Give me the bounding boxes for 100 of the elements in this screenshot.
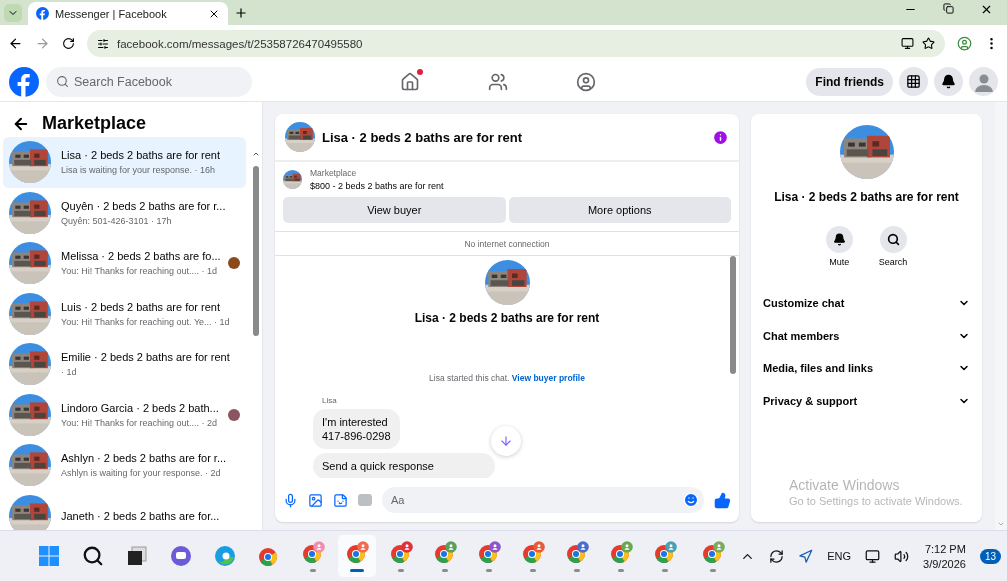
windows-icon[interactable] — [38, 545, 60, 567]
conversation-item[interactable]: Lisa · 2 beds 2 baths are for rent Lisa is waiting for your response. · 16h — [3, 137, 246, 188]
view-buyer-profile-link[interactable]: View buyer profile — [511, 373, 585, 383]
conversation-title: Melissa · 2 beds 2 baths are fo... — [61, 250, 221, 263]
clock-date[interactable]: 3/9/2026 — [923, 557, 966, 570]
details-section[interactable]: Media, files and links — [751, 352, 982, 385]
action-label: Search — [878, 257, 908, 267]
conversation-preview: Quyên: 501-426-3101 · 17h — [61, 215, 172, 226]
groups-icon[interactable] — [576, 71, 596, 92]
reload-icon[interactable] — [62, 37, 75, 50]
chrome-icon[interactable] — [389, 540, 413, 565]
location-icon[interactable] — [798, 548, 814, 564]
conversation-preview: You: Hi! Thanks for reaching out. Ye... · 1d — [61, 316, 230, 327]
conversation-item[interactable]: Quyên · 2 beds 2 baths are for r... Quyên: 501-426-3101 · 17h — [3, 187, 246, 238]
restore-icon[interactable] — [943, 3, 954, 14]
find-friends-button[interactable]: Find friends — [806, 67, 893, 96]
grid-icon[interactable] — [906, 74, 921, 89]
conversation-preview: You: Hi! Thanks for reaching out.... · 1d — [61, 266, 218, 277]
microphone-icon[interactable] — [283, 492, 298, 508]
new-tab-icon[interactable] — [234, 6, 248, 20]
conversation-item[interactable]: Emilie · 2 beds 2 baths are for rent · 1d — [3, 339, 246, 390]
chrome-icon[interactable] — [301, 540, 325, 565]
search-icon[interactable] — [82, 545, 104, 567]
browser-tab[interactable]: Messenger | Facebook — [28, 2, 228, 25]
chrome-icon[interactable] — [521, 540, 545, 565]
notification-count[interactable]: 13 — [979, 548, 1001, 564]
message-field[interactable]: Aa — [382, 487, 704, 513]
details-section[interactable]: Chat members — [751, 319, 982, 352]
install-app-icon[interactable] — [901, 37, 914, 50]
mute-button[interactable] — [825, 226, 853, 253]
arrow-down-icon[interactable] — [499, 434, 513, 448]
action-button[interactable]: More options — [508, 197, 731, 223]
image-icon[interactable] — [308, 492, 323, 508]
sync-icon[interactable] — [769, 548, 785, 564]
conversation-title: Ashlyn · 2 beds 2 baths are for r... — [61, 452, 227, 465]
scroll-up-icon[interactable] — [252, 150, 260, 158]
scrollbar-thumb[interactable] — [253, 166, 259, 336]
chat-started-text: Lisa started this chat. View buyer profile — [429, 373, 585, 383]
sender-name: Lisa — [322, 396, 338, 405]
chrome-icon[interactable] — [477, 540, 501, 565]
listing-label: Marketplace — [310, 168, 358, 178]
conversation-item[interactable]: Melissa · 2 beds 2 baths are fo... You: Hi! Thanks for reaching out.... · 1d — [3, 238, 246, 289]
volume-icon[interactable] — [894, 548, 910, 564]
address-bar[interactable]: facebook.com/messages/t/25358726470495580 — [87, 30, 945, 57]
message-bubble: Send a quick response — [313, 453, 495, 478]
conversation-title: Lindoro Garcia · 2 beds 2 bath... — [61, 401, 219, 414]
chrome-icon[interactable] — [565, 540, 589, 565]
close-icon[interactable] — [980, 3, 993, 16]
menu-button[interactable] — [899, 67, 928, 96]
bell-icon[interactable] — [941, 74, 956, 89]
page-scrollbar[interactable] — [995, 102, 1007, 530]
like-icon[interactable] — [714, 491, 731, 509]
chat-app-icon[interactable] — [170, 545, 192, 567]
listing-title: $800 - 2 beds 2 baths are for rent — [310, 181, 444, 191]
back-icon[interactable] — [8, 36, 23, 51]
details-section[interactable]: Privacy & support — [751, 384, 982, 417]
home-icon[interactable] — [400, 71, 420, 92]
connection-notice: No internet connection — [275, 232, 739, 256]
bell-icon[interactable] — [832, 233, 846, 246]
conversation-title: Janeth · 2 beds 2 baths are for... — [61, 509, 220, 522]
bookmark-icon[interactable] — [922, 37, 935, 50]
facebook-logo-icon[interactable] — [9, 66, 39, 97]
network-icon[interactable] — [865, 548, 881, 564]
conversation-item[interactable]: Luis · 2 beds 2 baths are for rent You: Hi! Thanks for reaching out. Ye... · 1d — [3, 288, 246, 339]
facebook-logo-icon — [36, 7, 49, 20]
conversation-item[interactable]: Lindoro Garcia · 2 beds 2 bath... You: Hi! Thanks for reaching out.... · 2d — [3, 389, 246, 440]
conversation-title: Lisa · 2 beds 2 baths are for rent — [61, 149, 220, 162]
notifications-button[interactable] — [934, 67, 963, 96]
chrome-icon[interactable] — [433, 540, 457, 565]
conversation-item[interactable]: Ashlyn · 2 beds 2 baths are for r... Ashlyn is waiting for your response. · 2d — [3, 440, 246, 491]
forward-icon[interactable] — [35, 36, 50, 51]
details-section[interactable]: Customize chat — [751, 287, 982, 320]
edge-icon[interactable] — [214, 545, 236, 567]
sticker-icon[interactable] — [333, 492, 348, 508]
sidebar-title: Marketplace — [42, 113, 147, 134]
account-button[interactable] — [969, 67, 998, 96]
chrome-icon[interactable] — [609, 540, 633, 565]
site-settings-icon[interactable] — [97, 37, 109, 50]
search-button[interactable] — [879, 226, 907, 253]
conversation-preview: · 1d — [61, 367, 77, 378]
search-field[interactable]: Search Facebook — [46, 66, 252, 97]
action-button[interactable]: View buyer — [283, 197, 506, 223]
chrome-icon[interactable] — [345, 540, 369, 565]
chat-title: Lisa · 2 beds 2 baths are for rent — [322, 129, 524, 145]
tab-title: Messenger | Facebook — [55, 7, 168, 20]
conversation-preview: You: Hi! Thanks for reaching out.... · 2d — [61, 417, 218, 428]
friends-icon[interactable] — [488, 71, 508, 92]
chrome-icon[interactable] — [701, 540, 725, 565]
conversation-title: Quyên · 2 beds 2 baths are for r... — [61, 199, 226, 212]
task-view-icon[interactable] — [126, 545, 148, 567]
profile-icon[interactable] — [957, 36, 972, 51]
activation-title: Activate Windows — [789, 477, 901, 493]
clock-time[interactable]: 7:12 PM — [924, 542, 966, 555]
activation-subtitle: Go to Settings to activate Windows. — [789, 495, 963, 507]
language-indicator[interactable]: ENG — [827, 550, 852, 562]
message-bubble: I'm interested 417-896-0298 — [313, 409, 400, 449]
scrollbar-thumb[interactable] — [730, 256, 736, 374]
info-icon[interactable] — [712, 128, 729, 146]
chrome-icon[interactable] — [653, 540, 677, 565]
search-icon[interactable] — [886, 233, 900, 246]
